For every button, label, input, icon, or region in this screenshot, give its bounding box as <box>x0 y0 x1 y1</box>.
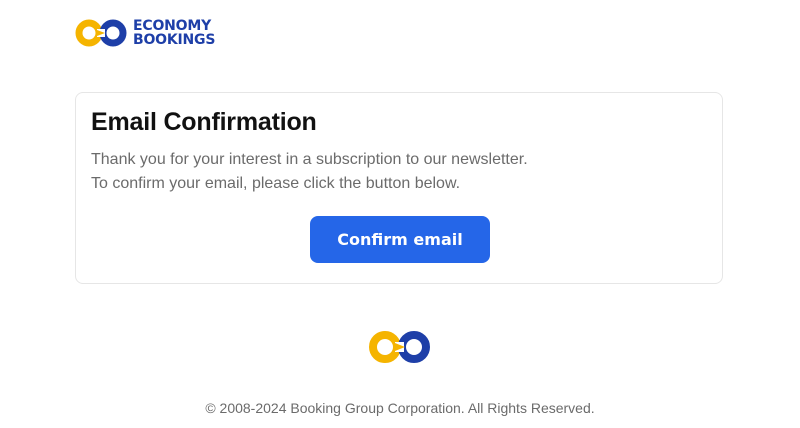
brand-name-line2: BOOKINGS <box>133 32 216 48</box>
infinity-rings-icon <box>75 19 127 47</box>
copyright-text: © 2008-2024 Booking Group Corporation. A… <box>205 400 595 416</box>
brand-name-line1: ECONOMY <box>133 18 212 34</box>
confirm-email-button[interactable]: Confirm email <box>310 216 490 263</box>
brand-logo[interactable]: ECONOMY BOOKINGS <box>75 18 215 48</box>
confirmation-card: Email Confirmation Thank you for your in… <box>75 92 723 284</box>
card-title: Email Confirmation <box>91 108 317 136</box>
infinity-rings-icon <box>369 331 430 363</box>
footer-logo <box>368 330 432 364</box>
card-message-line2: To confirm your email, please click the … <box>91 175 461 192</box>
brand-name: ECONOMY BOOKINGS <box>133 19 215 47</box>
email-page: ECONOMY BOOKINGS Email Confirmation Than… <box>0 0 800 428</box>
card-message-line1: Thank you for your interest in a subscri… <box>91 151 528 168</box>
